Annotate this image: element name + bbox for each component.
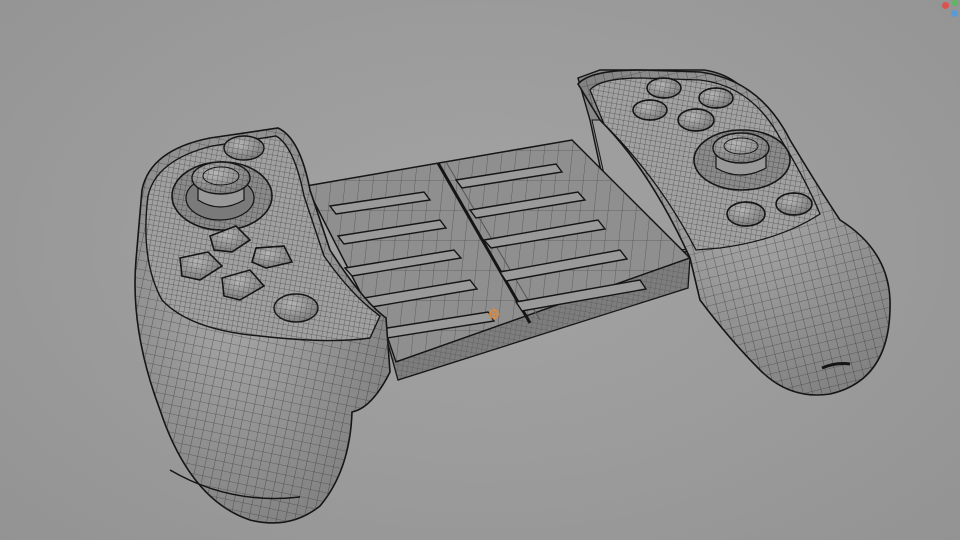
navigation-gizmo[interactable]	[936, 0, 960, 20]
left-top-button[interactable]	[223, 135, 265, 161]
gizmo-y-icon[interactable]	[952, 0, 958, 6]
left-lower-button[interactable]	[273, 293, 319, 323]
3d-viewport[interactable]	[0, 0, 960, 540]
gizmo-x-icon[interactable]	[942, 2, 949, 9]
gizmo-z-icon[interactable]	[951, 10, 958, 17]
left-analog-stick[interactable]	[171, 161, 273, 231]
gamepad-model[interactable]	[0, 0, 960, 540]
right-analog-stick[interactable]	[693, 129, 791, 191]
